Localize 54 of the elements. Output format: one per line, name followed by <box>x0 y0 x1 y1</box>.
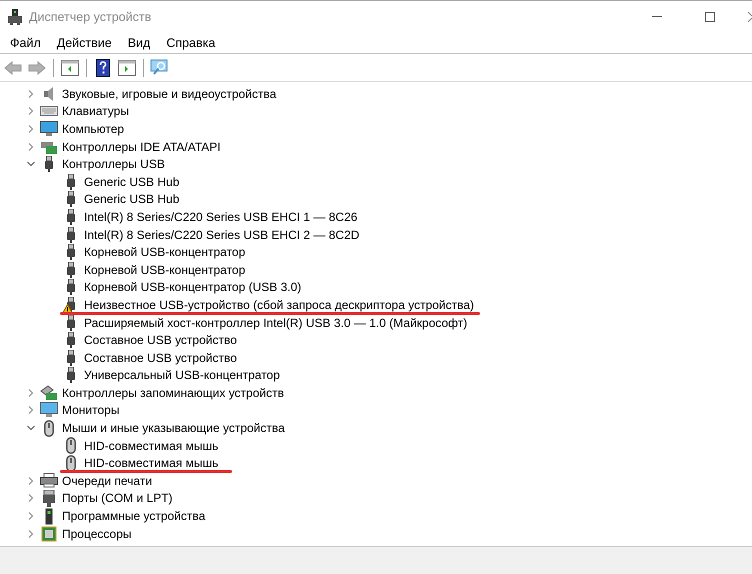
tree-item[interactable]: Составное USB устройство <box>84 333 237 348</box>
port-connector-icon <box>43 490 55 507</box>
back-arrow-icon <box>4 60 22 74</box>
mouse-icon <box>66 454 76 472</box>
tree-item[interactable]: Процессоры <box>62 526 132 541</box>
tree-item[interactable]: HID-совместимая мышь <box>84 456 218 470</box>
window-title: Диспетчер устройств <box>29 10 152 24</box>
tree-item[interactable]: Неизвестное USB-устройство (сбой запроса дескриптора устройства) <box>84 298 474 312</box>
tree-item[interactable]: Контроллеры USB <box>62 157 165 172</box>
tree-item[interactable]: Контроллеры запоминающих устройств <box>62 386 284 400</box>
tree-item[interactable]: Порты (COM и LPT) <box>62 491 173 506</box>
mouse-icon <box>66 437 76 454</box>
tree-item[interactable]: Мыши и иные указывающие устройства <box>62 421 285 436</box>
forward-arrow-icon <box>28 60 46 74</box>
close-icon <box>748 12 752 22</box>
device-tower-icon <box>45 508 53 525</box>
menu-item[interactable]: Действие <box>48 36 120 50</box>
tree-item[interactable]: Мониторы <box>62 403 120 418</box>
tree-item[interactable]: Контроллеры IDE ATA/ATAPI <box>62 140 221 154</box>
monitor-icon <box>40 120 58 137</box>
keyboard-icon <box>40 106 58 116</box>
tree-item[interactable]: HID-совместимая мышь <box>84 438 218 453</box>
tree-item[interactable]: Программные устройства <box>62 509 206 524</box>
processor-chip-icon <box>41 526 57 542</box>
scan-monitor-icon <box>150 58 170 76</box>
tree-item[interactable]: Intel(R) 8 Series/C220 Series USB EHCI 1 — 8C26 <box>84 210 358 224</box>
monitor-icon <box>40 402 58 418</box>
menu-item[interactable]: Вид <box>120 36 158 50</box>
tree-item[interactable]: Корневой USB-концентратор <box>84 262 246 277</box>
printer-icon <box>40 473 58 488</box>
tree-item[interactable]: Intel(R) 8 Series/C220 Series USB EHCI 2 — 8C2D <box>84 228 360 242</box>
tree-item[interactable]: Звуковые, игровые и видеоустройства <box>62 86 276 101</box>
tree-item[interactable]: Generic USB Hub <box>84 192 180 206</box>
tree-item[interactable]: Очереди печати <box>62 474 152 488</box>
storage-controller-icon <box>40 384 58 401</box>
tree-item[interactable]: Компьютер <box>62 122 124 136</box>
properties-pane-icon <box>118 60 136 76</box>
speaker-icon <box>42 86 56 102</box>
tree-item[interactable]: Корневой USB-концентратор (USB 3.0) <box>84 280 302 294</box>
menu-item[interactable]: Справка <box>158 36 224 50</box>
tree-item[interactable]: Клавиатуры <box>62 104 129 118</box>
usb-plug-icon <box>45 156 53 172</box>
maximize-icon <box>705 12 715 22</box>
mouse-icon <box>44 420 54 437</box>
tree-item[interactable]: Универсальный USB-концентратор <box>84 368 280 382</box>
device-manager-icon <box>8 8 22 24</box>
console-tree-icon <box>61 60 79 76</box>
tree-item[interactable]: Generic USB Hub <box>84 174 180 189</box>
tree-item[interactable]: Корневой USB-концентратор <box>84 245 246 260</box>
tree-item[interactable]: Расширяемый хост-контроллер Intel(R) USB 3.0 — 1.0 (Майкрософт) <box>84 316 468 330</box>
menu-item[interactable]: Файл <box>2 36 49 50</box>
tree-item[interactable]: Составное USB устройство <box>84 350 237 365</box>
help-icon <box>96 58 110 76</box>
minimize-icon <box>652 16 662 18</box>
